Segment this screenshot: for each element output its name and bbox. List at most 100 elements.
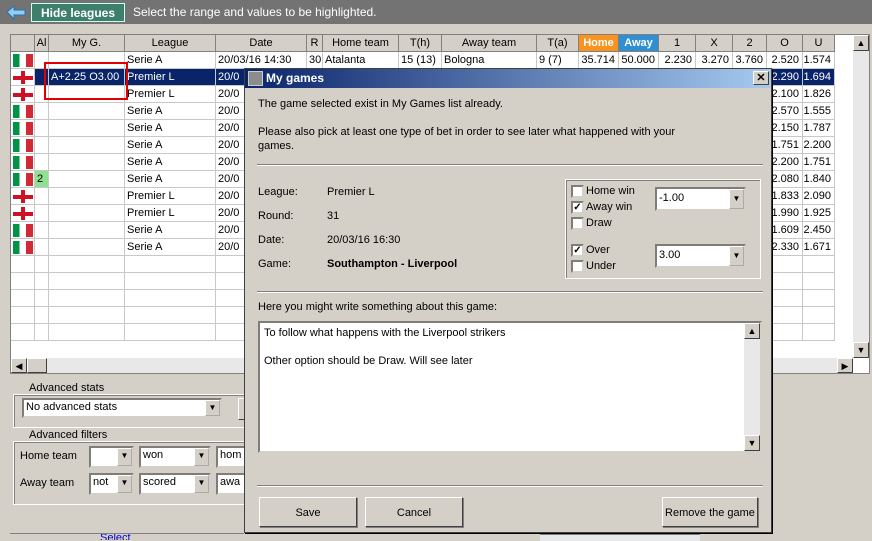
column-header[interactable]: League <box>125 35 216 52</box>
table-cell-league[interactable]: Serie A <box>125 137 216 154</box>
table-cell-oo[interactable]: 2.100 <box>767 86 803 103</box>
table-cell-league[interactable]: Serie A <box>125 222 216 239</box>
notes-textarea[interactable]: To follow what happens with the Liverpoo… <box>258 321 762 453</box>
notes-scrollbar[interactable] <box>744 323 760 451</box>
table-cell-date[interactable]: 20/03/16 14:30 <box>216 52 307 69</box>
table-cell-ou[interactable]: 1.574 <box>803 52 835 69</box>
table-cell-o2[interactable]: 3.760 <box>733 52 767 69</box>
horizontal-scroll-thumb[interactable] <box>27 358 47 373</box>
table-cell-al[interactable]: 2 <box>35 171 49 188</box>
table-cell-ou[interactable]: 1.840 <box>803 171 835 188</box>
table-cell-ou[interactable]: 1.671 <box>803 239 835 256</box>
column-header[interactable]: T(a) <box>537 35 579 52</box>
table-cell-league[interactable]: Serie A <box>125 120 216 137</box>
table-cell-flag[interactable] <box>11 239 35 256</box>
table-cell-al[interactable] <box>35 239 49 256</box>
table-cell-ox[interactable]: 3.270 <box>696 52 733 69</box>
table-cell-away[interactable]: Bologna <box>442 52 537 69</box>
table-cell-flag[interactable] <box>11 69 35 86</box>
column-header[interactable]: O <box>767 35 803 52</box>
table-cell-oo[interactable]: 2.290 <box>767 69 803 86</box>
table-cell-oo[interactable]: 2.520 <box>767 52 803 69</box>
close-icon[interactable]: ✕ <box>753 71 769 85</box>
vertical-scrollbar[interactable] <box>853 35 869 358</box>
draw-checkbox[interactable] <box>571 217 584 230</box>
under-checkbox[interactable] <box>571 260 584 273</box>
table-cell-myg[interactable] <box>49 103 125 120</box>
chevron-down-icon[interactable]: ▼ <box>729 189 744 209</box>
home-filter-select-1[interactable]: ▼ <box>89 446 134 468</box>
table-cell-al[interactable] <box>35 120 49 137</box>
table-cell-ou[interactable]: 2.450 <box>803 222 835 239</box>
table-cell-league[interactable]: Premier L <box>125 86 216 103</box>
table-cell-flag[interactable] <box>11 171 35 188</box>
chevron-down-icon[interactable]: ▼ <box>117 475 132 493</box>
scroll-left-button[interactable]: ◀ <box>11 358 27 373</box>
table-cell-oo[interactable]: 1.990 <box>767 205 803 222</box>
scroll-right-button[interactable]: ▶ <box>837 358 853 373</box>
table-cell-al[interactable] <box>35 188 49 205</box>
table-cell-league[interactable]: Serie A <box>125 103 216 120</box>
save-button[interactable]: Save <box>259 497 357 527</box>
scroll-up-button[interactable]: ▲ <box>853 35 869 51</box>
table-cell-oo[interactable]: 2.150 <box>767 120 803 137</box>
column-header[interactable]: Away team <box>442 35 537 52</box>
table-cell-o1[interactable]: 2.230 <box>659 52 696 69</box>
cancel-button[interactable]: Cancel <box>365 497 463 527</box>
table-cell-hp[interactable]: 35.714 <box>579 52 619 69</box>
table-cell-league[interactable]: Serie A <box>125 154 216 171</box>
notes-scroll-down-button[interactable]: ▼ <box>744 435 760 451</box>
table-cell-league[interactable]: Serie A <box>125 171 216 188</box>
table-cell-flag[interactable] <box>11 52 35 69</box>
table-cell-flag[interactable] <box>11 154 35 171</box>
table-cell-myg[interactable] <box>49 205 125 222</box>
away-win-checkbox[interactable]: ✓ <box>571 201 584 214</box>
column-header[interactable]: Home <box>579 35 619 52</box>
table-cell-al[interactable] <box>35 137 49 154</box>
chevron-down-icon[interactable]: ▼ <box>117 448 132 466</box>
column-header[interactable]: Date <box>216 35 307 52</box>
table-cell-al[interactable] <box>35 103 49 120</box>
chevron-down-icon[interactable]: ▼ <box>194 475 209 493</box>
hide-leagues-button[interactable]: Hide leagues <box>31 3 125 22</box>
table-cell-ou[interactable]: 1.826 <box>803 86 835 103</box>
table-cell-ta[interactable]: 9 (7) <box>537 52 579 69</box>
table-cell-myg[interactable] <box>49 239 125 256</box>
table-cell-myg[interactable] <box>49 120 125 137</box>
column-header[interactable]: Al <box>35 35 49 52</box>
dialog-title-bar[interactable]: My games ✕ <box>245 69 771 88</box>
table-cell-ou[interactable]: 1.787 <box>803 120 835 137</box>
table-cell-flag[interactable] <box>11 205 35 222</box>
over-under-select[interactable]: 3.00 ▼ <box>655 244 746 268</box>
table-cell-myg[interactable] <box>49 171 125 188</box>
column-header[interactable]: 2 <box>733 35 767 52</box>
table-cell-ou[interactable]: 1.555 <box>803 103 835 120</box>
over-checkbox[interactable]: ✓ <box>571 244 584 257</box>
table-cell-flag[interactable] <box>11 188 35 205</box>
home-filter-select-3[interactable]: hom <box>216 446 246 468</box>
table-cell-flag[interactable] <box>11 137 35 154</box>
table-cell-flag[interactable] <box>11 103 35 120</box>
table-cell-oo[interactable]: 2.200 <box>767 154 803 171</box>
chevron-down-icon[interactable]: ▼ <box>205 400 220 416</box>
table-cell-oo[interactable]: 2.080 <box>767 171 803 188</box>
table-cell-league[interactable]: Premier L <box>125 205 216 222</box>
table-cell-oo[interactable]: 1.751 <box>767 137 803 154</box>
table-cell-r[interactable]: 30 <box>307 52 323 69</box>
table-cell-home[interactable]: Atalanta <box>323 52 399 69</box>
home-filter-select-2[interactable]: won ▼ <box>139 446 211 468</box>
table-cell-th[interactable]: 15 (13) <box>399 52 442 69</box>
column-header[interactable]: Away <box>619 35 659 52</box>
chevron-down-icon[interactable]: ▼ <box>194 448 209 466</box>
table-cell-al[interactable] <box>35 222 49 239</box>
table-cell-oo[interactable]: 2.330 <box>767 239 803 256</box>
back-arrow-icon[interactable] <box>4 4 28 21</box>
remove-game-button[interactable]: Remove the game <box>662 497 758 527</box>
table-cell-flag[interactable] <box>11 86 35 103</box>
column-header[interactable]: X <box>696 35 733 52</box>
table-cell-myg[interactable] <box>49 188 125 205</box>
table-cell-al[interactable] <box>35 205 49 222</box>
column-header[interactable]: R <box>307 35 323 52</box>
column-header[interactable]: 1 <box>659 35 696 52</box>
table-cell-al[interactable] <box>35 154 49 171</box>
